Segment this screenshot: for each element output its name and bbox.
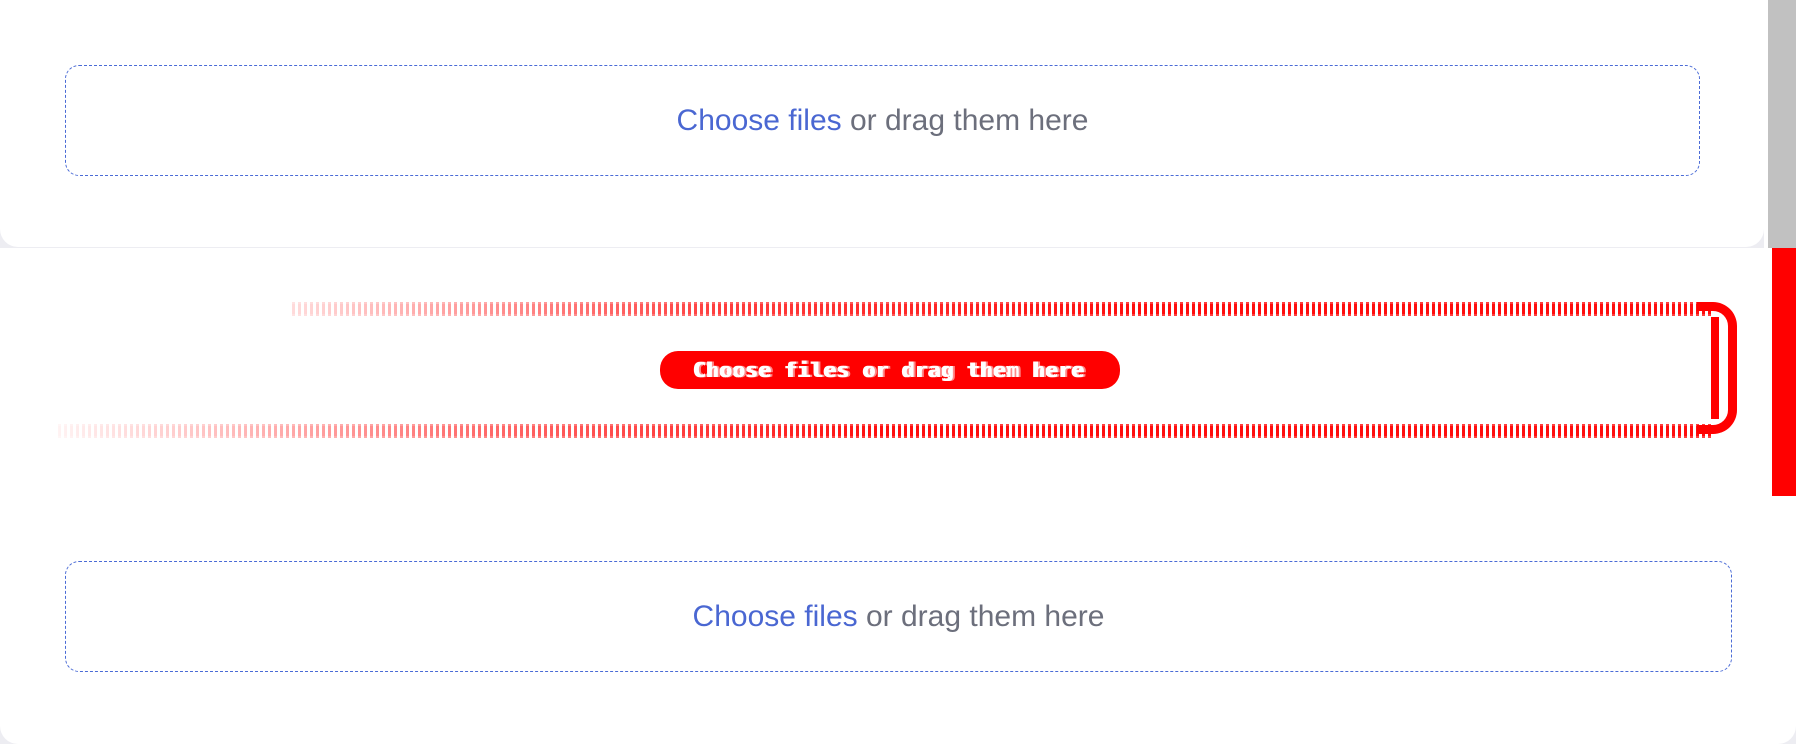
file-dropzone-top[interactable]: Choose files or drag them here (65, 65, 1700, 176)
file-dropzone-bottom[interactable]: Choose files or drag them here (65, 561, 1732, 672)
drag-hint-text: or drag them here (865, 599, 1105, 633)
choose-files-link[interactable]: Choose files (677, 104, 842, 138)
choose-files-link[interactable]: Choose files (693, 600, 858, 634)
scrollbar-highlight (1772, 248, 1796, 496)
upload-panel-bottom: Choose files or drag them here (0, 248, 1796, 744)
drag-hint-text: or drag them here (849, 103, 1089, 137)
scrollbar-thumb[interactable] (1768, 0, 1796, 248)
upload-panel-top: Choose files or drag them here (0, 0, 1764, 247)
